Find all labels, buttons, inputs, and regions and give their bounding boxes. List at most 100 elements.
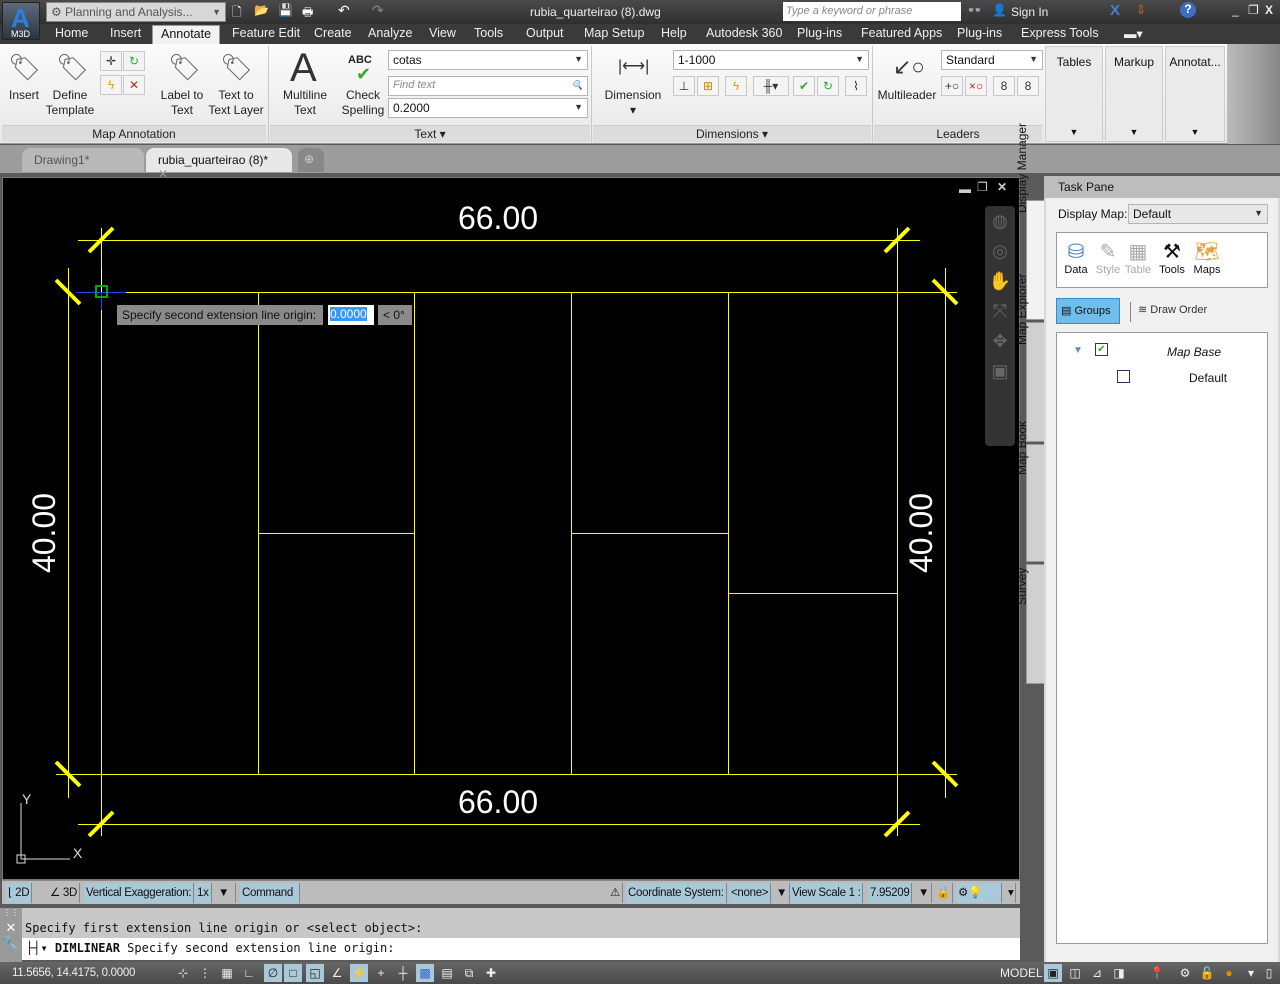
dim-text-right[interactable]: 40.00 xyxy=(903,493,939,573)
maps-button[interactable]: 🗺 Maps xyxy=(1191,239,1223,276)
new-icon[interactable]: 🗋 xyxy=(232,3,242,24)
quick-properties-icon[interactable]: ▤ xyxy=(438,964,456,982)
tab-help[interactable]: Help xyxy=(661,26,687,40)
define-template-button[interactable]: Define Template xyxy=(42,88,98,118)
layout-icon[interactable]: ◫ xyxy=(1066,964,1084,982)
multileader-button[interactable]: Multileader xyxy=(874,88,940,103)
tab-survey[interactable]: Survey xyxy=(1015,564,1046,684)
dim-break-icon[interactable]: ⊥ xyxy=(673,76,695,96)
polar-tracking-icon[interactable]: ∅ xyxy=(264,964,282,982)
3d-button[interactable]: ∠ 3D xyxy=(48,883,81,903)
data-button[interactable]: ⛁ Data xyxy=(1061,239,1091,276)
adjust-space-icon[interactable]: ⊞ xyxy=(697,76,719,96)
dim-text-bottom[interactable]: 66.00 xyxy=(458,784,538,820)
hardware-acceleration-icon[interactable]: ● xyxy=(1220,964,1238,982)
continue-dim-icon[interactable]: ╫▾ xyxy=(753,76,789,96)
tab-create[interactable]: Create xyxy=(314,26,352,40)
tab-express-tools[interactable]: Express Tools xyxy=(1021,26,1099,40)
dim-jog-icon[interactable]: ϟ xyxy=(725,76,747,96)
dynamic-input-value[interactable]: 0.0000 xyxy=(328,305,374,325)
annotation-refresh-icon[interactable]: ↻ xyxy=(123,51,145,71)
find-text-input[interactable]: Find text 🔍 xyxy=(388,76,588,96)
check-spelling-button[interactable]: Check Spelling xyxy=(340,88,386,118)
navigation-bar[interactable]: ◍ ◎ ✋ ⤧ ✥ ▣ xyxy=(985,206,1015,446)
3d-object-snap-icon[interactable]: ◱ xyxy=(306,964,324,982)
coordinates-readout[interactable]: 11.5656, 14.4175, 0.0000 xyxy=(12,967,135,979)
drawing-canvas[interactable]: 66.00 66.00 40.00 40.00 Y X Specify seco… xyxy=(2,177,1020,880)
workspace-switching-icon[interactable]: ⚙ xyxy=(1176,964,1194,982)
customize-wrench-icon[interactable]: 🔧 xyxy=(0,936,22,952)
chevron-down-icon[interactable]: ▾ xyxy=(1006,883,1017,903)
annotation-scaling-panel[interactable]: Annotat... ▼ xyxy=(1165,46,1225,142)
display-map-select[interactable]: Default ▼ xyxy=(1128,204,1268,224)
search-input[interactable]: Type a keyword or phrase xyxy=(783,2,961,21)
update-dim-icon[interactable]: ↻ xyxy=(817,76,839,96)
tab-annotate[interactable]: Annotate xyxy=(152,25,221,44)
viewport-close-button[interactable]: ✕ xyxy=(997,180,1007,194)
clean-screen-icon[interactable]: ▯ xyxy=(1260,964,1278,982)
tab-feature-edit[interactable]: Feature Edit xyxy=(232,26,300,40)
dynamic-input-angle[interactable]: < 0° xyxy=(378,305,412,325)
jog-line-icon[interactable]: ⌇ xyxy=(845,76,867,96)
tree-item-default[interactable]: Default xyxy=(1189,371,1227,385)
tab-map-book[interactable]: Map Book xyxy=(1015,421,1046,562)
object-snap-icon[interactable]: □ xyxy=(284,964,302,982)
status-menu-icon[interactable]: ▾ xyxy=(1242,964,1260,982)
isolate-objects-icon[interactable]: ⚙💡 xyxy=(956,883,1002,903)
restore-button[interactable]: ❐ xyxy=(1248,3,1259,17)
table-button[interactable]: ▦ Table xyxy=(1123,239,1153,276)
pan-icon[interactable]: ✋ xyxy=(985,266,1015,296)
command-input[interactable]: ├┤▾ DIMLINEAR Specify second extension l… xyxy=(22,938,1020,960)
task-pane-title[interactable]: Task Pane xyxy=(1044,176,1280,198)
dynamic-input-icon[interactable]: + xyxy=(372,964,390,982)
tab-map-setup[interactable]: Map Setup xyxy=(584,26,644,40)
workspace-dropdown[interactable]: ⚙ Planning and Analysis... ▼ xyxy=(46,2,226,22)
tab-featured-apps[interactable]: Featured Apps xyxy=(861,26,942,40)
groups-button[interactable]: ▤ Groups xyxy=(1056,298,1120,324)
tab-autodesk-360[interactable]: Autodesk 360 xyxy=(706,26,782,40)
infer-constraints-icon[interactable]: ⊹ xyxy=(174,964,192,982)
model-space-button[interactable]: MODEL xyxy=(1000,966,1043,980)
style-button[interactable]: ✎ Style xyxy=(1093,239,1123,276)
doc-tab-rubia-quarteirao[interactable]: rubia_quarteirao (8)* ✕ xyxy=(146,148,292,181)
multiline-text-button[interactable]: Multiline Text xyxy=(278,88,332,118)
expand-icon[interactable]: ▼ xyxy=(1073,345,1083,356)
tab-analyze[interactable]: Analyze xyxy=(368,26,412,40)
redo-icon[interactable]: ↷ xyxy=(372,2,384,19)
dim-text-top[interactable]: 66.00 xyxy=(458,200,538,236)
annotation-scale-icon[interactable]: 📍 xyxy=(1148,964,1166,982)
save-icon[interactable]: 💾 xyxy=(278,3,293,17)
tab-home[interactable]: Home xyxy=(55,26,88,40)
app-store-icon[interactable]: ⇩ xyxy=(1136,3,1146,17)
chevron-down-icon[interactable]: ▼ xyxy=(216,883,236,903)
close-icon[interactable]: ✕ xyxy=(0,920,22,936)
grid-icon[interactable]: ▦ xyxy=(218,964,236,982)
dynamic-ucs-icon[interactable]: ⚡ xyxy=(350,964,368,982)
drawing[interactable]: 66.00 66.00 40.00 40.00 Y X xyxy=(3,178,1021,881)
annotation-delete-icon[interactable]: ✕ xyxy=(123,75,145,95)
dim-text-left[interactable]: 40.00 xyxy=(26,493,62,573)
inspect-icon[interactable]: ✔ xyxy=(793,76,815,96)
zoom-icon[interactable]: ⤧ xyxy=(985,296,1015,326)
label-to-text-button[interactable]: Label to Text xyxy=(154,88,210,118)
print-icon[interactable]: 🖶 xyxy=(302,3,313,24)
transparency-icon[interactable]: ▩ xyxy=(416,964,434,982)
model-tab-icon[interactable]: ▣ xyxy=(1044,964,1062,982)
markup-panel[interactable]: Markup ▼ xyxy=(1105,46,1163,142)
help-icon[interactable]: ? xyxy=(1180,2,1196,18)
tab-plug-ins[interactable]: Plug-ins xyxy=(797,26,842,40)
tab-plug-ins-2[interactable]: Plug-ins xyxy=(957,26,1002,40)
undo-icon[interactable]: ↶ xyxy=(338,2,350,19)
block-outline[interactable] xyxy=(101,292,898,775)
annotation-move-icon[interactable]: ✛ xyxy=(100,51,122,71)
text-panel-title[interactable]: Text ▾ xyxy=(270,125,590,142)
doc-tab-drawing1[interactable]: Drawing1* xyxy=(22,148,144,172)
ribbon-minimize-icon[interactable]: ▬▾ xyxy=(1124,26,1143,41)
text-height-select[interactable]: 0.2000 ▼ xyxy=(388,98,588,118)
object-snap-tracking-icon[interactable]: ∠ xyxy=(328,964,346,982)
orbit-3d-icon[interactable]: ✥ xyxy=(985,326,1015,356)
coordinate-system-value[interactable]: <none> xyxy=(729,883,772,903)
multileader-style-select[interactable]: Standard ▼ xyxy=(941,50,1043,70)
map-base-checkbox[interactable]: ✔ xyxy=(1095,343,1108,356)
lineweight-icon[interactable]: ┼ xyxy=(394,964,412,982)
